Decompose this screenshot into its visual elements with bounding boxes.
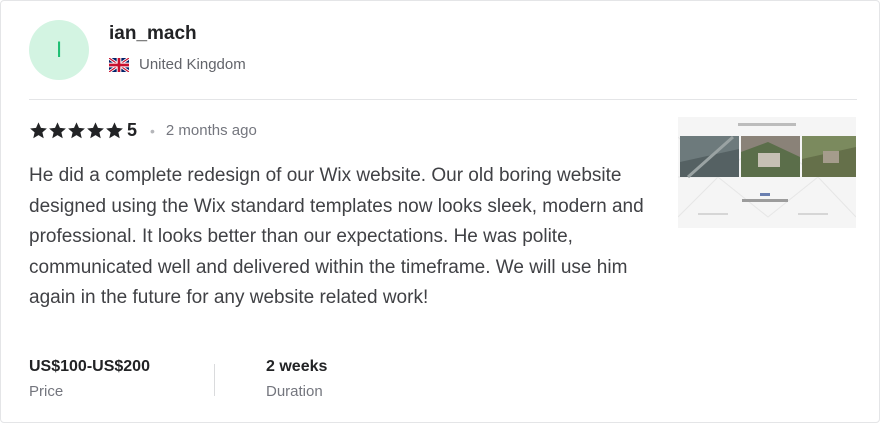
country-name: United Kingdom bbox=[139, 56, 246, 73]
star-icon bbox=[49, 122, 66, 139]
star-rating bbox=[29, 121, 124, 140]
review-card: I ian_mach United Kingdom 5 • 2 months a… bbox=[0, 0, 880, 423]
duration-value: 2 weeks bbox=[266, 358, 328, 375]
review-text: He did a complete redesign of our Wix we… bbox=[29, 165, 644, 308]
price-label: Price bbox=[29, 383, 64, 400]
portfolio-preview-image bbox=[678, 117, 856, 228]
uk-flag-icon bbox=[109, 57, 129, 72]
duration-label: Duration bbox=[266, 383, 323, 400]
star-icon bbox=[106, 122, 123, 139]
header-divider bbox=[29, 99, 857, 100]
reviewer-country: United Kingdom bbox=[109, 56, 246, 73]
review-time: 2 months ago bbox=[165, 122, 257, 139]
price-value: US$100-US$200 bbox=[29, 358, 150, 375]
price-detail: US$100-US$200 Price bbox=[29, 358, 150, 400]
separator-dot: • bbox=[150, 122, 155, 139]
meta-divider bbox=[214, 364, 215, 396]
duration-detail: 2 weeks Duration bbox=[266, 358, 327, 400]
rating-value: 5 bbox=[127, 120, 138, 140]
star-icon bbox=[30, 122, 47, 139]
star-icon bbox=[68, 122, 85, 139]
rating-row: 5 • 2 months ago bbox=[29, 120, 257, 141]
reviewer-username[interactable]: ian_mach bbox=[109, 23, 197, 45]
star-icon bbox=[87, 122, 104, 139]
portfolio-thumbnail[interactable] bbox=[678, 117, 856, 228]
avatar[interactable]: I bbox=[29, 20, 89, 80]
